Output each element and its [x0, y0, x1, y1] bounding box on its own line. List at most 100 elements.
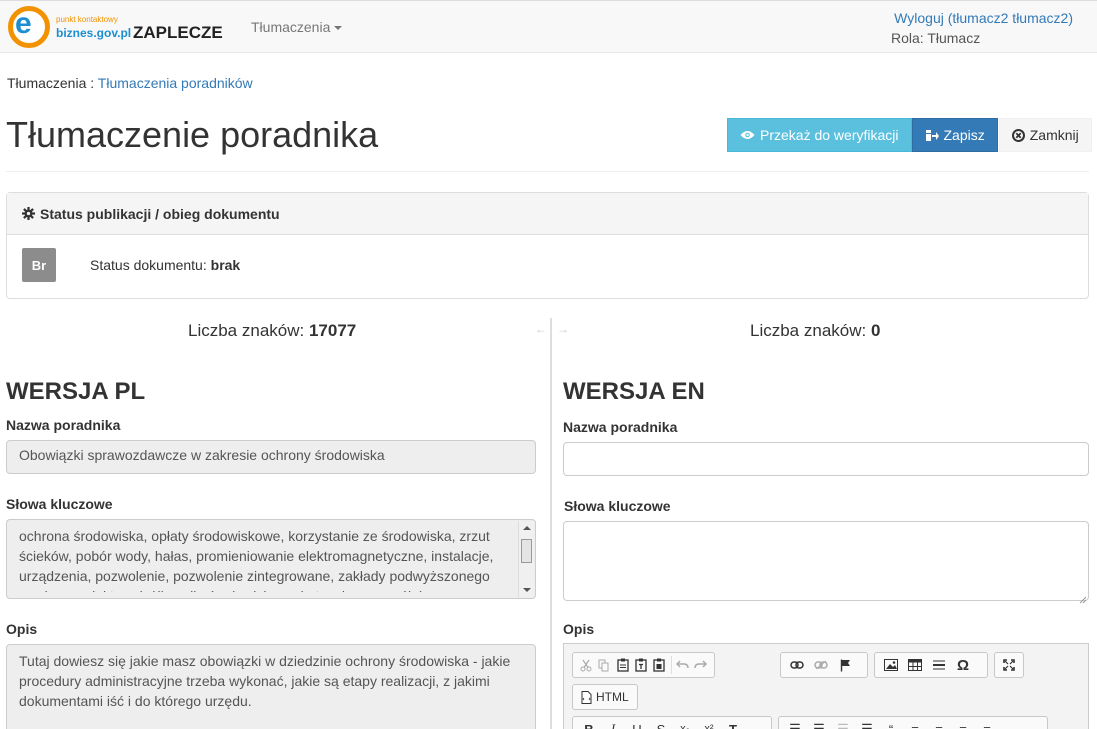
left-char-count-label: Liczba znaków:: [188, 321, 305, 340]
right-section-title: WERSJA EN: [563, 378, 705, 405]
caret-down-icon: [334, 26, 343, 31]
arrow-left-icon[interactable]: ←: [535, 322, 557, 336]
status-value: brak: [210, 257, 241, 273]
status-label: Status dokumentu:: [90, 257, 207, 273]
right-desc-label: Opis: [563, 621, 595, 637]
status-panel-title: Status publikacji / obieg dokumentu: [40, 205, 280, 222]
align-right-icon[interactable]: ≡: [951, 719, 975, 729]
status-badge: Br: [22, 248, 56, 282]
link-icon[interactable]: [785, 655, 809, 675]
left-name-label: Nazwa poradnika: [6, 417, 121, 433]
rich-text-editor: Ω HTML B I U S x₂ x² T ☰ ☰ ☰ ☰ “ ≡ ≡ ≡ ≡: [563, 643, 1089, 729]
status-text: Status dokumentu: brak: [90, 257, 240, 273]
left-desc-field[interactable]: Tutaj dowiesz się jakie masz obowiązki w…: [6, 644, 536, 729]
align-center-icon[interactable]: ≡: [927, 719, 951, 729]
brand-title[interactable]: ZAPLECZE: [133, 23, 223, 43]
status-panel-heading: Status publikacji / obieg dokumentu: [7, 193, 1088, 235]
paste-word-icon[interactable]: [650, 655, 668, 675]
scroll-down-icon[interactable]: [523, 588, 531, 592]
horizontal-line-icon[interactable]: [927, 655, 951, 675]
document-icon: [581, 690, 592, 704]
resize-grip-icon[interactable]: [1079, 591, 1087, 604]
numbered-list-icon[interactable]: ☰: [783, 719, 807, 729]
sync-arrows[interactable]: ←→: [535, 322, 579, 336]
left-desc-label: Opis: [6, 621, 38, 637]
cut-icon[interactable]: [577, 655, 595, 675]
left-char-count: Liczba znaków: 17077: [188, 321, 356, 341]
bulleted-list-icon[interactable]: ☰: [807, 719, 831, 729]
align-justify-icon[interactable]: ≡: [975, 719, 999, 729]
gear-icon: [22, 207, 35, 220]
redo-icon[interactable]: [692, 655, 710, 675]
column-divider[interactable]: [550, 318, 552, 729]
left-keywords-text: ochrona środowiska, opłaty środowiskowe,…: [19, 528, 494, 592]
send-to-verification-label: Przekaż do weryfikacji: [760, 127, 899, 143]
breadcrumb-root: Tłumaczenia: [7, 75, 87, 91]
scroll-up-icon[interactable]: [523, 526, 531, 530]
toolbar-tools-group: [994, 652, 1024, 678]
italic-icon[interactable]: I: [601, 719, 625, 729]
scroll-thumb[interactable]: [521, 539, 532, 563]
indent-icon[interactable]: ☰: [855, 719, 879, 729]
status-panel: Status publikacji / obieg dokumentu Br S…: [6, 192, 1089, 299]
left-keywords-field[interactable]: ochrona środowiska, opłaty środowiskowe,…: [6, 519, 536, 599]
top-navbar: e punkt kontaktowy biznes.gov.pl ZAPLECZ…: [0, 0, 1097, 53]
title-divider: [6, 171, 1089, 172]
left-char-count-value: 17077: [308, 321, 357, 340]
send-to-verification-button[interactable]: Przekaż do weryfikacji: [727, 118, 912, 152]
close-label: Zamknij: [1029, 127, 1079, 143]
table-icon[interactable]: [903, 655, 927, 675]
html-source-label: HTML: [596, 690, 629, 704]
toolbar-clipboard-group: [572, 652, 715, 678]
left-name-field[interactable]: Obowiązki sprawozdawcze w zakresie ochro…: [6, 440, 536, 474]
toolbar-source-group: HTML: [572, 684, 638, 710]
toolbar-links-group: [780, 652, 868, 678]
breadcrumb-separator: :: [86, 75, 98, 91]
nav-menu-label: Tłumaczenia: [251, 19, 331, 35]
image-icon[interactable]: [879, 655, 903, 675]
breadcrumb-link-guides[interactable]: Tłumaczenia poradników: [98, 75, 253, 91]
arrow-right-icon[interactable]: →: [557, 322, 579, 336]
paste-text-icon[interactable]: [632, 655, 650, 675]
toolbar-basicstyles-group: B I U S x₂ x² T: [572, 716, 772, 729]
remove-format-icon[interactable]: T: [721, 719, 745, 729]
undo-icon[interactable]: [673, 655, 691, 675]
superscript-icon[interactable]: x²: [697, 719, 721, 729]
right-char-count: Liczba znaków: 0: [750, 321, 880, 341]
logo-line1: punkt kontaktowy: [56, 15, 118, 24]
right-char-count-label: Liczba znaków:: [750, 321, 867, 340]
logo-letter: e: [15, 7, 32, 40]
close-button[interactable]: Zamknij: [998, 118, 1092, 152]
unlink-icon[interactable]: [809, 655, 833, 675]
outdent-icon[interactable]: ☰: [831, 719, 855, 729]
html-source-button[interactable]: HTML: [577, 690, 633, 704]
special-char-icon[interactable]: Ω: [951, 655, 975, 675]
right-name-label: Nazwa poradnika: [563, 419, 678, 435]
save-label: Zapisz: [943, 127, 985, 143]
underline-icon[interactable]: U: [625, 719, 649, 729]
bold-icon[interactable]: B: [577, 719, 601, 729]
eye-icon: [740, 130, 755, 140]
maximize-icon[interactable]: [999, 655, 1019, 675]
paste-icon[interactable]: [614, 655, 632, 675]
subscript-icon[interactable]: x₂: [673, 719, 697, 729]
align-left-icon[interactable]: ≡: [903, 719, 927, 729]
blockquote-icon[interactable]: “: [879, 719, 903, 729]
logout-link[interactable]: Wyloguj (tłumacz2 tłumacz2): [894, 10, 1073, 26]
right-name-field[interactable]: [563, 442, 1089, 476]
save-button[interactable]: Zapisz: [911, 118, 998, 152]
right-keywords-field[interactable]: [563, 521, 1089, 601]
logo[interactable]: e punkt kontaktowy biznes.gov.pl: [8, 6, 131, 50]
keywords-scrollbar[interactable]: [518, 521, 534, 597]
close-circle-icon: [1011, 128, 1025, 142]
strikethrough-icon[interactable]: S: [649, 719, 673, 729]
copy-icon[interactable]: [595, 655, 613, 675]
action-buttons: Przekaż do weryfikacji Zapisz Zamknij: [727, 118, 1092, 152]
role-text: Rola: Tłumacz: [891, 30, 981, 46]
left-keywords-label: Słowa kluczowe: [6, 496, 113, 512]
anchor-flag-icon[interactable]: [833, 655, 857, 675]
logo-line2: biznes.gov.pl: [56, 26, 132, 40]
left-section-title: WERSJA PL: [6, 378, 146, 405]
page-title: Tłumaczenie poradnika: [6, 114, 379, 155]
nav-menu-translations[interactable]: Tłumaczenia: [251, 19, 343, 35]
